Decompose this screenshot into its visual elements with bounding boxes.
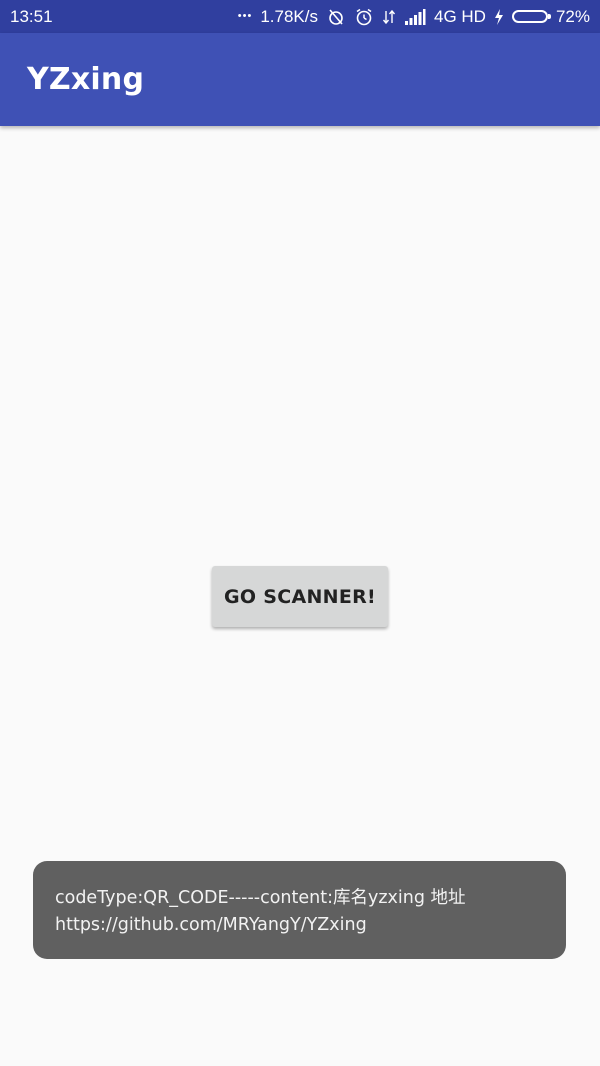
status-time: 13:51 — [10, 6, 53, 26]
app-toolbar: YZxing — [0, 33, 600, 126]
status-bar: 13:51 ••• 1.78K/s 4G HD 72% — [0, 0, 600, 33]
alarm-clock-icon — [354, 7, 374, 27]
network-type: 4G HD — [434, 6, 486, 26]
battery-tip — [547, 14, 551, 19]
toast-message: codeType:QR_CODE-----content:库名yzxing 地址… — [33, 861, 566, 959]
go-scanner-button[interactable]: GO SCANNER! — [212, 566, 388, 627]
toast-line-1: codeType:QR_CODE-----content:库名yzxing 地址 — [55, 888, 466, 908]
more-dots-icon: ••• — [237, 10, 253, 22]
charging-icon — [494, 8, 504, 26]
signal-icon — [404, 8, 426, 26]
status-icons: ••• 1.78K/s 4G HD 72% — [238, 7, 590, 27]
app-title: YZxing — [27, 62, 145, 97]
battery-percent: 72% — [555, 6, 590, 26]
alarm-off-icon — [326, 7, 346, 27]
battery-icon — [511, 10, 551, 23]
data-transfer-icon — [382, 7, 396, 27]
network-speed: 1.78K/s — [260, 6, 318, 26]
toast-line-2: https://github.com/MRYangY/YZxing — [55, 915, 367, 935]
